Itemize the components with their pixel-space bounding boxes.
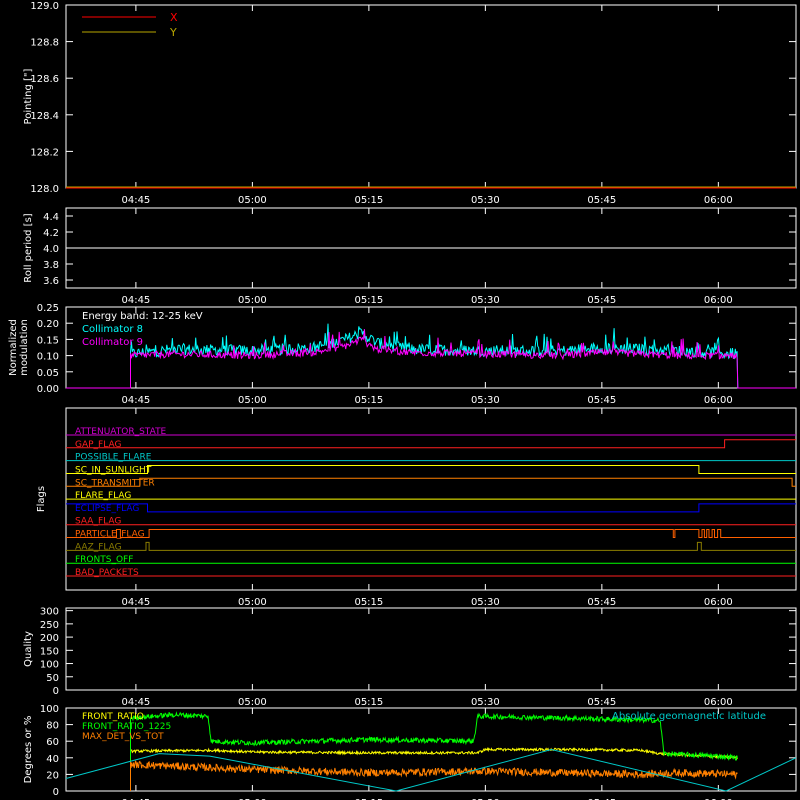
roll-x-tick-label: 05:15 (354, 295, 383, 306)
quality-x-tick-label: 05:45 (587, 697, 616, 708)
quality-x-tick-label: 05:00 (238, 697, 267, 708)
modulation-x-tick-label: 05:15 (354, 395, 383, 406)
pointing-y-tick-label: 128.4 (30, 111, 59, 122)
modulation-y-tick-label: 0.00 (37, 384, 59, 395)
flags-label-particle-flag: PARTICLE_FLAG (75, 530, 145, 540)
ratios-y-tick-label: 100 (40, 704, 59, 715)
ratios-legend-label-front-ratio-1225: FRONT_RATIO_1225 (82, 722, 171, 732)
flags-label-flare-flag: FLARE_FLAG (75, 491, 131, 501)
flags-x-tick-label: 05:30 (471, 597, 500, 608)
modulation-y-tick-label: 0.10 (37, 352, 59, 363)
pointing-y-label: Pointing ["] (23, 68, 34, 124)
pointing-x-tick-label: 05:45 (587, 195, 616, 206)
pointing-x-tick-label: 06:00 (704, 195, 733, 206)
quality-y-tick-label: 0 (53, 686, 59, 697)
pointing-x-tick-label: 05:00 (238, 195, 267, 206)
roll-y-tick-label: 4.0 (43, 244, 59, 255)
modulation-x-tick-label: 05:45 (587, 395, 616, 406)
modulation-y-tick-label: 0.25 (37, 303, 59, 314)
flags-x-tick-label: 05:15 (354, 597, 383, 608)
pointing-y-tick-label: 128.0 (30, 184, 59, 195)
quality-x-tick-label: 05:30 (471, 697, 500, 708)
quality-y-tick-label: 200 (40, 633, 59, 644)
ratios-y-tick-label: 80 (46, 721, 59, 732)
roll-x-tick-label: 05:45 (587, 295, 616, 306)
flags-x-tick-label: 06:00 (704, 597, 733, 608)
modulation-legend-label-9: Collimator 9 (82, 337, 143, 348)
roll-x-tick-label: 06:00 (704, 295, 733, 306)
modulation-y-tick-label: 0.15 (37, 335, 59, 346)
pointing-x-tick-label: 04:45 (121, 195, 150, 206)
ratios-y-label: Degrees or % (23, 716, 34, 784)
modulation-x-tick-label: 04:45 (121, 395, 150, 406)
roll-x-tick-label: 05:30 (471, 295, 500, 306)
roll-x-tick-label: 04:45 (121, 295, 150, 306)
flags-x-tick-label: 05:00 (238, 597, 267, 608)
flags-label-saa-flag: SAA_FLAG (75, 517, 121, 527)
flags-label-sc-in-sunlight: SC_IN_SUNLIGHT (75, 465, 152, 475)
flags-label-attenuator-state: ATTENUATOR_STATE (75, 427, 167, 437)
ratios-legend-label-geomagnetic: Absolute geomagnetic latitude (612, 711, 766, 722)
flags-label-eclipse-flag: ECLIPSE_FLAG (75, 504, 139, 514)
pointing-x-tick-label: 05:30 (471, 195, 500, 206)
flags-label-aaz-flag: AAZ_FLAG (75, 542, 122, 552)
roll-y-tick-label: 3.6 (43, 276, 59, 287)
pointing-y-tick-label: 128.8 (30, 38, 59, 49)
pointing-legend-label-Y: Y (169, 26, 177, 39)
ratios-y-tick-label: 40 (46, 754, 59, 765)
flags-x-tick-label: 04:45 (121, 597, 150, 608)
flags-y-label: Flags (36, 486, 47, 512)
quality-y-tick-label: 250 (40, 620, 59, 631)
flags-label-sc-transmitter: SC_TRANSMITTER (75, 478, 155, 488)
ratios-legend-label-front-ratio: FRONT_RATIO (82, 712, 144, 722)
ratios-y-tick-label: 60 (46, 737, 59, 748)
roll-x-tick-label: 05:00 (238, 295, 267, 306)
ratios-legend-label-max-det-vs-tot: MAX_DET_VS_TOT (82, 732, 164, 742)
flags-label-possible-flare: POSSIBLE_FLARE (75, 453, 152, 463)
modulation-legend-label-8: Collimator 8 (82, 324, 143, 335)
flags-label-fronts-off: FRONTS_OFF (75, 555, 133, 565)
modulation-x-tick-label: 05:30 (471, 395, 500, 406)
ratios-y-tick-label: 20 (46, 770, 59, 781)
ratios-y-tick-label: 0 (53, 787, 59, 798)
pointing-y-tick-label: 129.0 (30, 1, 59, 12)
quality-y-label: Quality (23, 631, 34, 667)
quality-y-tick-label: 150 (40, 646, 59, 657)
quality-y-tick-label: 100 (40, 660, 59, 671)
flags-label-bad-packets: BAD_PACKETS (75, 568, 139, 578)
quality-y-tick-label: 300 (40, 607, 59, 618)
modulation-y-tick-label: 0.20 (37, 319, 59, 330)
chart-figure: 04:45 05:00 05:15 05:30 05:45 06:00 128.0 128.2… (0, 0, 800, 800)
quality-x-tick-label: 05:15 (354, 697, 383, 708)
pointing-y-tick-label: 128.2 (30, 147, 59, 158)
roll-y-tick-label: 3.8 (43, 260, 59, 271)
pointing-legend-label-X: X (170, 11, 178, 24)
pointing-y-tick-label: 128.6 (30, 74, 59, 85)
modulation-annotation: Energy band: 12-25 keV (82, 311, 203, 322)
roll-y-tick-label: 4.4 (43, 212, 59, 223)
pointing-x-tick-label: 05:15 (354, 195, 383, 206)
flags-x-tick-label: 05:45 (587, 597, 616, 608)
modulation-y-tick-label: 0.05 (37, 368, 59, 379)
figure-background (0, 0, 800, 800)
modulation-x-tick-label: 05:00 (238, 395, 267, 406)
quality-x-tick-label: 06:00 (704, 697, 733, 708)
modulation-x-tick-label: 06:00 (704, 395, 733, 406)
roll-y-tick-label: 4.2 (43, 228, 59, 239)
flags-label-gap-flag: GAP_FLAG (75, 440, 121, 450)
quality-x-tick-label: 04:45 (121, 697, 150, 708)
quality-y-tick-label: 50 (46, 673, 59, 684)
roll-y-label: Roll period [s] (23, 213, 34, 282)
modulation-y-label: Normalizedmodulation (8, 319, 30, 376)
